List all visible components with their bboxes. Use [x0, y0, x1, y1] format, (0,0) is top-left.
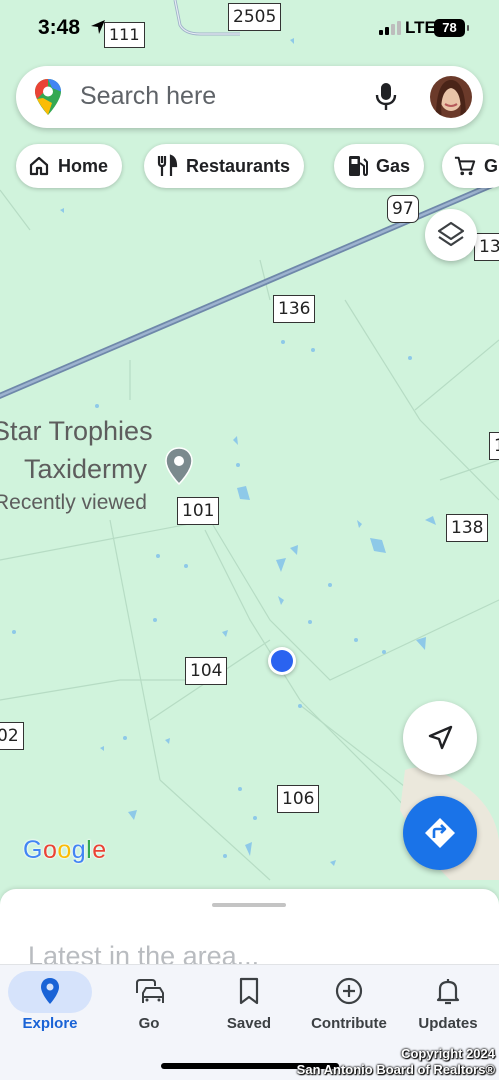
microphone-icon[interactable]: [374, 82, 398, 117]
chip-restaurants[interactable]: Restaurants: [144, 144, 305, 188]
add-circle-icon: [335, 977, 363, 1005]
poi-name-line1[interactable]: Star Trophies: [0, 416, 153, 447]
nav-label: Updates: [418, 1015, 478, 1032]
account-avatar[interactable]: [430, 76, 472, 118]
chip-home[interactable]: Home: [16, 144, 123, 188]
sheet-drag-handle[interactable]: [212, 903, 286, 907]
nav-label: Contribute: [311, 1015, 387, 1032]
poi-subtitle: Recently viewed: [0, 491, 147, 514]
road-shield: 104: [185, 657, 228, 685]
layers-icon: [437, 221, 465, 247]
explore-sheet[interactable]: Latest in the area...: [0, 889, 499, 971]
google-maps-logo-icon: [34, 78, 62, 121]
explore-pin-icon: [41, 978, 59, 1004]
chip-label: G: [483, 155, 498, 176]
search-bar[interactable]: Search here: [16, 66, 483, 128]
road-shield: 02: [0, 722, 24, 750]
layers-button[interactable]: [425, 209, 477, 261]
nav-contribute[interactable]: Contribute: [299, 965, 399, 1045]
road-shield: 97: [387, 195, 419, 223]
poi-name-line2[interactable]: Taxidermy: [24, 454, 147, 485]
bell-icon: [436, 979, 460, 1005]
status-bar: 3:48 LTE 78: [0, 0, 499, 56]
recenter-button[interactable]: [403, 701, 477, 775]
chip-gas[interactable]: Gas: [334, 144, 425, 188]
home-icon: [29, 156, 49, 176]
status-time: 3:48: [38, 16, 81, 39]
shopping-cart-icon: [454, 156, 476, 176]
nav-explore[interactable]: Explore: [0, 965, 100, 1045]
road-shield: 1: [489, 432, 499, 460]
chip-label: Gas: [376, 155, 411, 176]
location-services-icon: [90, 19, 106, 40]
poi-pin-icon[interactable]: [164, 446, 194, 491]
copyright-line: Copyright 2024: [401, 1046, 495, 1061]
bookmark-icon: [239, 977, 259, 1005]
copyright-watermark: Copyright 2024 San Antonio Board of Real…: [297, 1046, 495, 1078]
nav-label: Go: [138, 1015, 160, 1032]
nav-updates[interactable]: Updates: [398, 965, 498, 1045]
road-shield: 106: [277, 785, 320, 813]
road-shield: 137: [474, 233, 499, 261]
restaurant-icon: [157, 154, 178, 176]
road-shield: 136: [273, 295, 316, 323]
battery-icon: 78: [434, 19, 469, 37]
road-shield: 138: [446, 514, 489, 542]
road-shield: 101: [177, 497, 220, 525]
chip-label: Home: [58, 155, 109, 176]
copyright-line: San Antonio Board of Realtors®: [296, 1062, 495, 1077]
nav-saved[interactable]: Saved: [199, 965, 299, 1045]
current-location-dot: [268, 647, 296, 675]
nav-go[interactable]: Go: [99, 965, 199, 1045]
search-input[interactable]: Search here: [80, 82, 216, 111]
commute-car-icon: [136, 979, 164, 1003]
navigation-arrow-icon: [428, 725, 453, 750]
network-type: LTE: [405, 18, 436, 37]
chip-label: Restaurants: [186, 155, 291, 176]
directions-icon: [425, 818, 455, 848]
directions-button[interactable]: [403, 796, 477, 870]
gas-station-icon: [349, 156, 368, 177]
nav-label: Saved: [226, 1015, 272, 1032]
chip-shopping[interactable]: G: [442, 144, 499, 188]
nav-label: Explore: [22, 1015, 78, 1032]
cellular-signal-icon: [379, 21, 401, 40]
google-attribution: Google: [23, 836, 107, 864]
